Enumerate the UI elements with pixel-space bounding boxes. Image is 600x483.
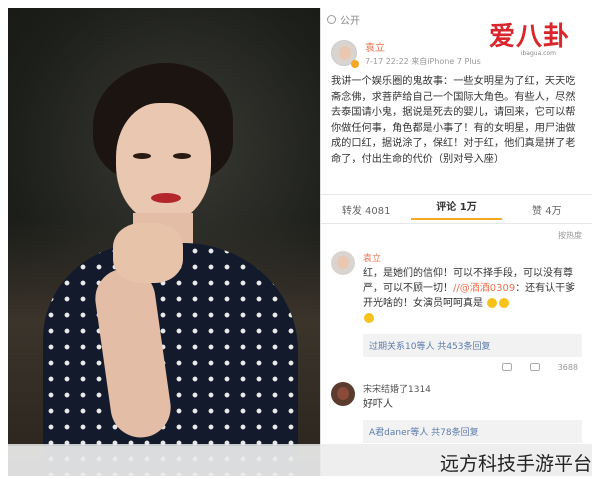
comment-item: 袁立 红，是她们的信仰！可以不择手段，可以没有尊严，可以不顾一切！//@酒酒03…	[321, 247, 592, 330]
laugh-emoji-icon	[364, 313, 374, 323]
post-text: 我讲一个娱乐圈的鬼故事：一些女明星为了红，天天吃斋念佛，求菩萨给自己一个国际大角…	[331, 76, 576, 165]
comment-username[interactable]: 宋宋结婚了1314	[363, 382, 582, 395]
weibo-post-panel: 公开 爱八卦 ibagua.com 袁立 7-17 22:22 来自iPhone…	[320, 8, 592, 476]
comment-mention[interactable]: //@酒酒0309	[453, 283, 515, 294]
verified-badge-icon	[351, 60, 359, 68]
right-eye	[173, 153, 191, 159]
repost-button[interactable]: 转发 4081	[321, 202, 411, 217]
comment-stats: 3688	[321, 357, 592, 378]
reply-icon[interactable]	[529, 363, 540, 371]
watermark-text: 远方科技手游平台	[439, 453, 592, 475]
portrait-photo	[8, 8, 320, 476]
reply-summary[interactable]: 过期关系10等人 共453条回复	[363, 334, 582, 357]
comment-avatar[interactable]	[331, 382, 355, 406]
post-meta: 7-17 22:22 来自iPhone 7 Plus	[365, 57, 481, 66]
lock-icon	[327, 14, 336, 24]
site-logo-url: ibagua.com	[520, 50, 556, 57]
laugh-emoji-icon	[499, 298, 510, 308]
face-shape	[116, 103, 211, 223]
reply-summary[interactable]: A君daner等人 共78条回复	[363, 420, 582, 443]
share-icon[interactable]	[501, 363, 512, 371]
left-eye	[133, 153, 151, 159]
watermark-band: 远方科技手游平台	[0, 444, 600, 483]
comment-item: 宋宋结婚了1314 好吓人	[321, 378, 592, 416]
comment-avatar[interactable]	[331, 251, 355, 275]
comment-username[interactable]: 袁立	[363, 251, 582, 264]
lips-shape	[151, 193, 181, 203]
post-username[interactable]: 袁立	[365, 39, 481, 54]
comment-text: 红，是她们的信仰！可以不择手段，可以没有尊严，可以不顾一切！//@酒酒0309：…	[363, 266, 582, 326]
site-logo: 爱八卦	[488, 22, 570, 52]
sort-by-hot[interactable]: 按热度	[321, 224, 592, 247]
comment-text: 好吓人	[363, 399, 393, 410]
hand-shape	[113, 223, 183, 283]
comment-like-count[interactable]: 3688	[558, 363, 578, 372]
laugh-emoji-icon	[487, 298, 498, 308]
comment-tab[interactable]: 评论 1万	[411, 198, 502, 220]
privacy-label: 公开	[340, 15, 360, 27]
like-button[interactable]: 赞 4万	[502, 202, 592, 217]
action-bar: 转发 4081 评论 1万 赞 4万	[321, 194, 592, 224]
